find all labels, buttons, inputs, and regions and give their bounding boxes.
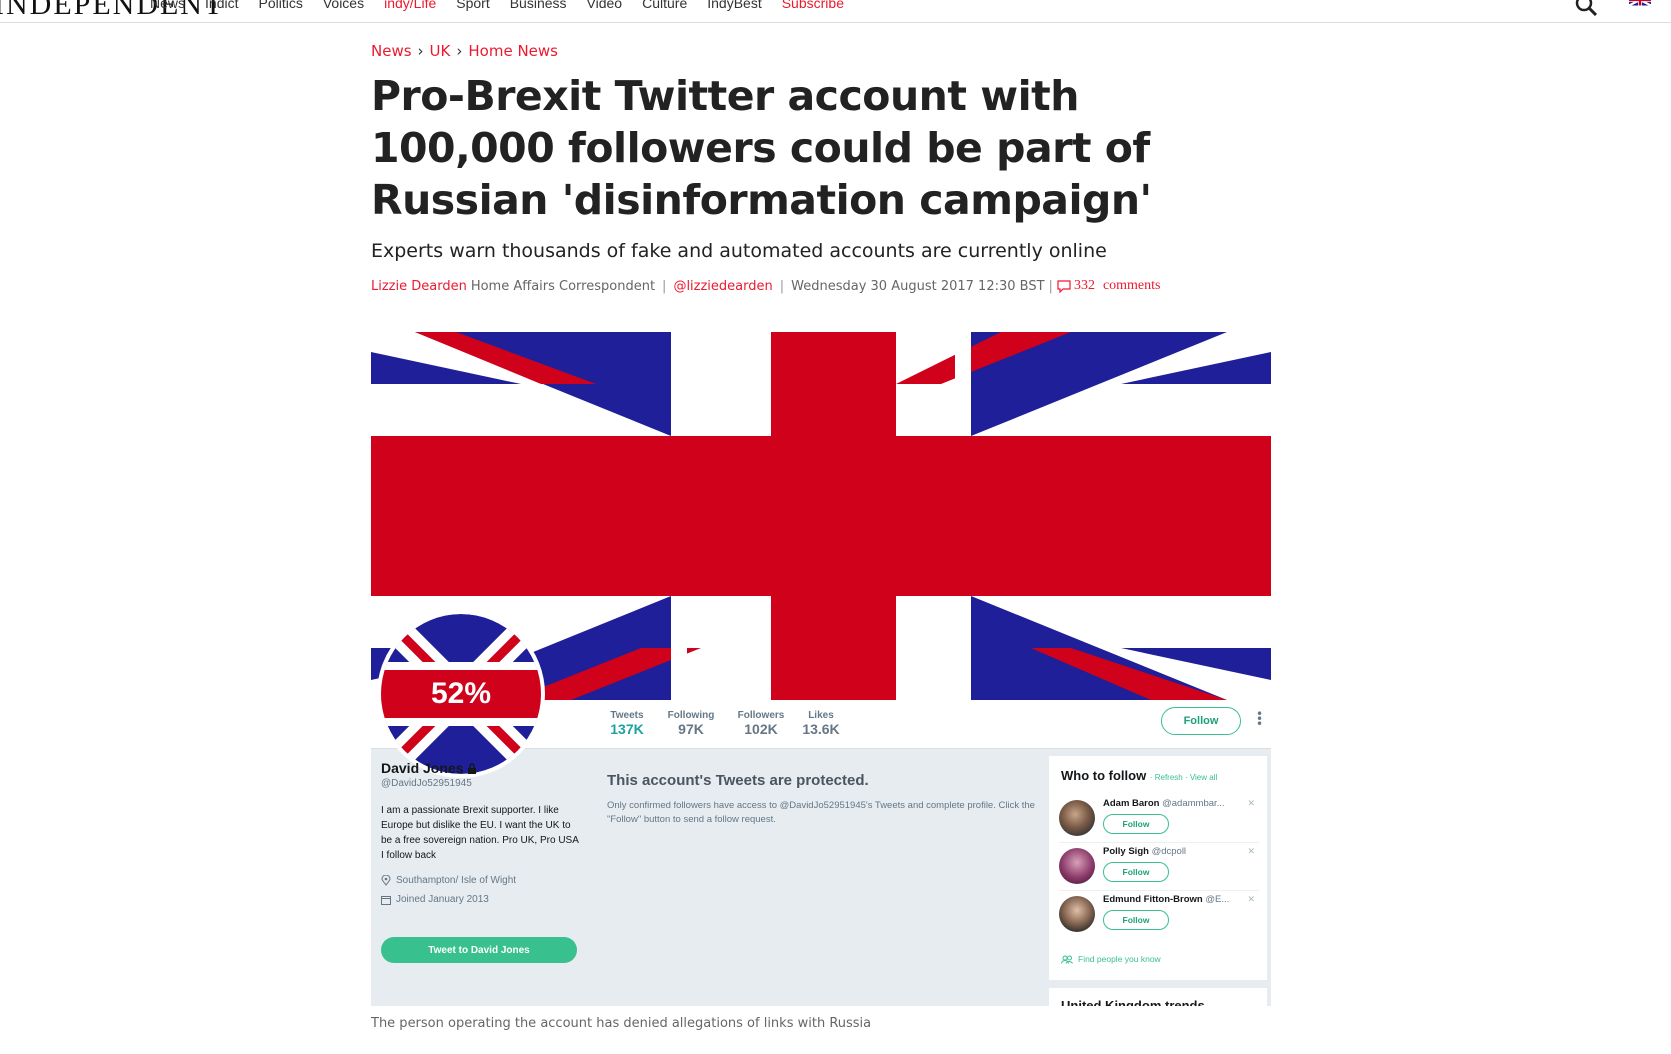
dismiss-icon[interactable]: ✕ [1247,894,1255,905]
dismiss-icon[interactable]: ✕ [1247,846,1255,857]
nav-item-culture[interactable]: Culture [642,0,687,11]
nav-item-indict[interactable]: Indict [205,0,238,11]
who-to-follow-links[interactable]: · Refresh · View all [1150,773,1217,782]
suggestion-avatar[interactable] [1059,800,1095,836]
publish-date: Wednesday 30 August 2017 12:30 BST [791,278,1045,294]
comment-bubble-icon [1057,279,1071,293]
suggestion-name[interactable]: Polly Sigh @dcpoll [1103,846,1186,857]
profile-location: Southampton/ Isle of Wight [381,875,581,886]
suggestion-handle: @dcpoll [1151,846,1187,857]
comments-count: 332 [1073,278,1095,293]
protected-notice: This account's Tweets are protected. Onl… [607,772,1047,827]
author-role: Home Affairs Correspondent [470,278,656,294]
suggestion-follow-button[interactable]: Follow [1103,862,1169,882]
profile-info: David Jones @DavidJo52951945 I am a pass… [381,760,581,905]
stat-following[interactable]: Following 97K [661,710,721,737]
stat-tweets[interactable]: Tweets 137K [607,710,647,737]
stat-label: Followers [737,710,785,721]
breadcrumb-separator: › [417,42,424,60]
who-to-follow-heading: Who to follow [1061,768,1147,783]
lead-image: Tweets 137K Following 97K Followers 102K… [371,332,1271,1006]
nav-item-business[interactable]: Business [510,0,567,11]
nav-item-sport[interactable]: Sport [456,0,489,11]
breadcrumb-home-news[interactable]: Home News [468,42,558,60]
find-people-text: Find people you know [1078,954,1161,964]
nav-item-video[interactable]: Video [587,0,623,11]
byline-divider: | [662,278,667,294]
image-caption: The person operating the account has den… [371,1016,872,1031]
breadcrumb: News › UK › Home News [371,40,1271,62]
suggestion-item: Edmund Fitton-Brown @E... ✕ Follow [1059,890,1259,938]
article-headline: Pro-Brexit Twitter account with 100,000 … [371,72,1152,224]
stat-label: Likes [808,710,834,721]
stat-value: 137K [610,721,644,737]
author-link[interactable]: Lizzie Dearden [371,279,467,294]
tweet-to-button[interactable]: Tweet to David Jones [381,937,577,963]
dismiss-icon[interactable]: ✕ [1247,798,1255,809]
breadcrumb-news[interactable]: News [371,42,412,60]
suggestion-name[interactable]: Edmund Fitton-Brown @E... [1103,894,1229,905]
profile-handle: @DavidJo52951945 [381,778,472,789]
location-text: Southampton/ Isle of Wight [396,875,517,886]
nav-item-subscribe[interactable]: Subscribe [782,0,844,11]
profile-name[interactable]: David Jones [381,760,581,776]
stat-label: Tweets [610,710,644,721]
protected-text: Only confirmed followers have access to … [607,800,1035,825]
nav-menu: News Indict Politics Voices indy/Life Sp… [150,0,844,11]
stat-followers[interactable]: Followers 102K [731,710,791,737]
byline: Lizzie Dearden Home Affairs Corresponden… [371,278,1271,294]
stat-value: 97K [678,721,704,737]
stat-label: Following [667,710,715,721]
comments-label: comments [1102,278,1161,293]
calendar-icon [381,895,391,905]
suggestion-item: Adam Baron @adammbar... ✕ Follow [1059,794,1259,843]
stat-likes[interactable]: Likes 13.6K [796,710,846,737]
byline-divider: | [779,278,785,294]
suggestion-name[interactable]: Adam Baron @adammbar... [1103,798,1225,809]
suggestion-handle: @E... [1205,894,1230,905]
byline-divider: | [1048,278,1053,294]
trends-panel-heading: United Kingdom trends [1049,988,1267,1006]
more-options-icon[interactable]: • • • [1256,708,1263,730]
lock-icon [468,763,477,774]
nav-item-indybest[interactable]: IndyBest [707,0,761,11]
avatar-badge-text: 52% [430,677,492,710]
article-header: News › UK › Home News Pro-Brexit Twitter… [371,40,1271,294]
follow-button[interactable]: Follow [1161,707,1241,735]
comments-link[interactable]: 332 comments [1057,278,1161,294]
suggestion-follow-button[interactable]: Follow [1103,910,1169,930]
suggestion-item: Polly Sigh @dcpoll ✕ Follow [1059,842,1259,891]
who-to-follow-title: Who to follow · Refresh · View all [1061,768,1217,783]
profile-avatar: 52% [377,610,545,778]
suggestion-avatar[interactable] [1059,848,1095,884]
nav-item-voices[interactable]: Voices [323,0,364,11]
who-to-follow-panel: Who to follow · Refresh · View all Adam … [1049,756,1267,980]
profile-name-text: David Jones [381,760,464,776]
suggestion-name-text: Edmund Fitton-Brown [1103,894,1203,905]
nav-item-indylife[interactable]: indy/Life [384,0,436,11]
breadcrumb-separator: › [456,42,463,60]
uk-edition-flag-icon[interactable] [1629,0,1651,6]
joined-text: Joined January 2013 [396,894,489,905]
breadcrumb-uk[interactable]: UK [430,42,451,60]
find-people-link[interactable]: Find people you know [1061,954,1161,964]
stat-value: 13.6K [802,721,840,737]
location-pin-icon [381,875,391,886]
stat-value: 102K [744,721,778,737]
suggestion-avatar[interactable] [1059,896,1095,932]
nav-item-news[interactable]: News [150,0,185,11]
profile-bio: I am a passionate Brexit supporter. I li… [381,805,579,861]
protected-title: This account's Tweets are protected. [607,772,869,789]
suggestion-name-text: Adam Baron [1103,798,1160,809]
people-icon [1061,955,1073,964]
suggestion-handle: @adammbar... [1162,798,1225,809]
nav-item-politics[interactable]: Politics [258,0,302,11]
profile-joined: Joined January 2013 [381,894,581,905]
search-icon[interactable] [1575,0,1597,16]
suggestion-follow-button[interactable]: Follow [1103,814,1169,834]
suggestion-name-text: Polly Sigh [1103,846,1149,857]
top-navigation: INDEPENDENT News Indict Politics Voices … [0,0,1671,23]
article-standfirst: Experts warn thousands of fake and autom… [371,240,1107,262]
author-twitter-link[interactable]: @lizziedearden [673,279,772,294]
